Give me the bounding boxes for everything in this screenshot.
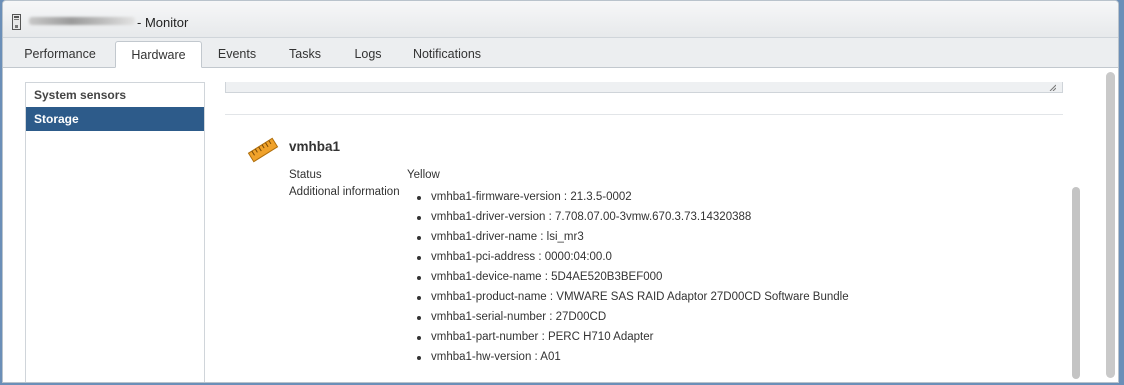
list-item: vmhba1-serial-number : 27D00CD [415, 307, 849, 327]
host-name-redacted [29, 17, 135, 25]
inner-scrollbar[interactable] [1072, 187, 1080, 379]
resize-grip-icon[interactable] [1049, 84, 1056, 91]
status-value: Yellow [407, 169, 440, 181]
tab-performance[interactable]: Performance [8, 41, 112, 67]
storage-adapter-icon [247, 137, 279, 163]
sidebar-item-storage[interactable]: Storage [26, 107, 204, 131]
bullet-icon [417, 236, 421, 240]
storage-detail-panel: vmhba1 Status Yellow Additional informat… [209, 68, 1099, 382]
tab-logs[interactable]: Logs [341, 41, 395, 67]
sidebar-item-system-sensors[interactable]: System sensors [26, 83, 204, 107]
list-item: vmhba1-firmware-version : 21.3.5-0002 [415, 187, 849, 207]
list-item: vmhba1-driver-name : lsi_mr3 [415, 227, 849, 247]
bullet-icon [417, 276, 421, 280]
details-textarea[interactable] [225, 82, 1063, 93]
tab-tasks[interactable]: Tasks [275, 41, 335, 67]
hardware-sidebar: System sensors Storage [25, 82, 205, 382]
outer-scrollbar[interactable] [1106, 72, 1115, 378]
tab-bar: Performance Hardware Events Tasks Logs N… [3, 38, 1118, 68]
info-text: vmhba1-pci-address : 0000:04:00.0 [431, 251, 612, 263]
tab-events[interactable]: Events [206, 41, 268, 67]
tab-notifications[interactable]: Notifications [403, 41, 491, 67]
monitor-window: - Monitor Performance Hardware Events Ta… [2, 0, 1119, 383]
bullet-icon [417, 336, 421, 340]
host-icon [12, 14, 21, 30]
info-text: vmhba1-device-name : 5D4AE520B3BEF000 [431, 271, 663, 283]
info-text: vmhba1-driver-version : 7.708.07.00-3vmw… [431, 211, 752, 223]
inner-scrollbar-thumb[interactable] [1072, 187, 1080, 379]
list-item: vmhba1-hw-version : A01 [415, 347, 849, 367]
status-label: Status [289, 169, 322, 181]
list-item: vmhba1-driver-version : 7.708.07.00-3vmw… [415, 207, 849, 227]
additional-info-list: vmhba1-firmware-version : 21.3.5-0002 vm… [415, 187, 849, 367]
bullet-icon [417, 256, 421, 260]
info-text: vmhba1-product-name : VMWARE SAS RAID Ad… [431, 291, 849, 303]
title-bar: - Monitor [3, 1, 1118, 38]
list-item: vmhba1-product-name : VMWARE SAS RAID Ad… [415, 287, 849, 307]
bullet-icon [417, 216, 421, 220]
info-text: vmhba1-firmware-version : 21.3.5-0002 [431, 191, 632, 203]
bullet-icon [417, 296, 421, 300]
bullet-icon [417, 316, 421, 320]
list-item: vmhba1-pci-address : 0000:04:00.0 [415, 247, 849, 267]
tab-hardware[interactable]: Hardware [115, 41, 202, 68]
info-text: vmhba1-part-number : PERC H710 Adapter [431, 331, 654, 343]
list-item: vmhba1-device-name : 5D4AE520B3BEF000 [415, 267, 849, 287]
bullet-icon [417, 356, 421, 360]
info-text: vmhba1-driver-name : lsi_mr3 [431, 231, 584, 243]
list-item: vmhba1-part-number : PERC H710 Adapter [415, 327, 849, 347]
window-title: - Monitor [137, 15, 189, 30]
additional-info-label: Additional information [289, 186, 400, 198]
info-text: vmhba1-serial-number : 27D00CD [431, 311, 607, 323]
section-divider [225, 114, 1063, 115]
info-text: vmhba1-hw-version : A01 [431, 351, 561, 363]
bullet-icon [417, 196, 421, 200]
device-name: vmhba1 [289, 139, 341, 154]
